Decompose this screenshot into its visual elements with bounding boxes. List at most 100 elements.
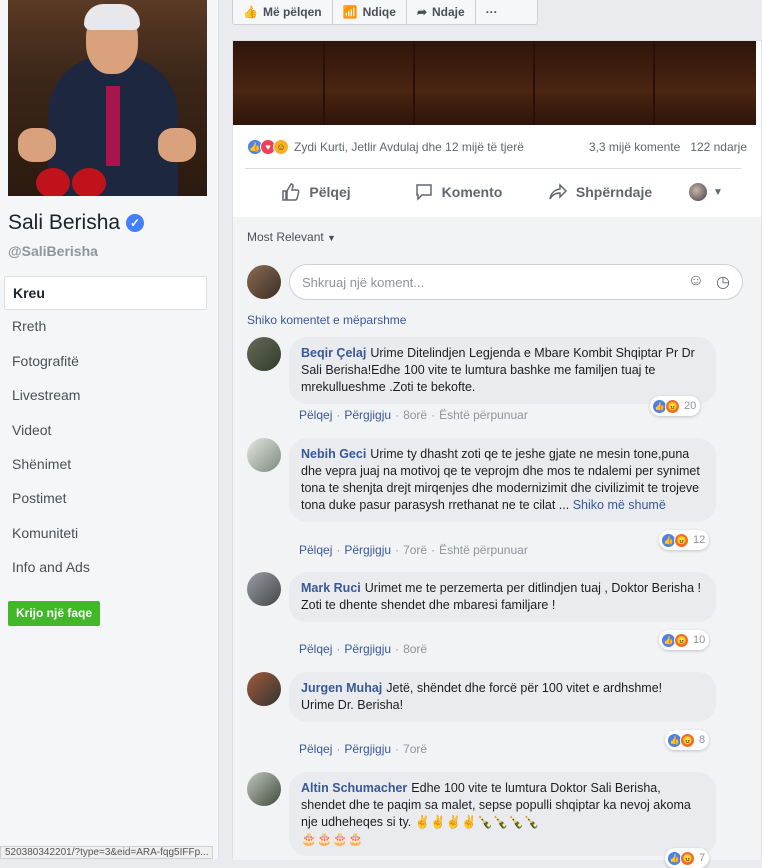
- comment-reply-link[interactable]: Përgjigju: [344, 742, 391, 756]
- share-arrow-icon: ➦: [416, 5, 427, 19]
- write-comment-row: Shkruaj një koment... ☺ ◷: [247, 263, 743, 301]
- create-page-button[interactable]: Krijo një faqe: [8, 601, 101, 626]
- emoji-icon[interactable]: ☺: [688, 272, 704, 292]
- caret-down-icon: ▼: [327, 233, 336, 243]
- status-bar-url: 520380342201/?type=3&eid=ARA-fqg5IFFp...: [0, 846, 214, 859]
- comment-like-link[interactable]: Pëlqej: [299, 642, 332, 656]
- page-like-button[interactable]: 👍 Më pëlqen: [233, 0, 333, 24]
- nav-item-info-ads[interactable]: Info and Ads: [4, 551, 207, 585]
- rss-icon: 📶: [342, 5, 358, 19]
- caret-down-icon: ▼: [713, 186, 723, 198]
- nav-item-livestream[interactable]: Livestream: [4, 379, 207, 413]
- see-more-link[interactable]: Shiko më shumë: [573, 498, 666, 512]
- nav-item-about[interactable]: Rreth: [4, 310, 207, 344]
- comment-bubble: Beqir Çelaj Urime Ditelindjen Legjenda e …: [289, 337, 716, 404]
- page-nav: Kreu Rreth Fotografitë Livestream Videot…: [4, 276, 207, 586]
- comment-reply-link[interactable]: Përgjigju: [344, 642, 391, 656]
- post-like-button[interactable]: Pëlqej: [245, 182, 387, 202]
- shares-count-link[interactable]: 122 ndarje: [690, 140, 747, 154]
- comment-reactions[interactable]: 👍 😠 8: [665, 730, 710, 750]
- comment-like-link[interactable]: Pëlqej: [299, 742, 332, 756]
- comment-author[interactable]: Mark Ruci: [301, 581, 361, 595]
- comment-reply-link[interactable]: Përgjigju: [344, 543, 391, 557]
- page-action-bar: 👍 Më pëlqen 📶 Ndiqe ➦ Ndaje ···: [232, 0, 538, 25]
- comment-reactions[interactable]: 👍 😠 7: [665, 848, 710, 868]
- comment-author[interactable]: Altin Schumacher: [301, 781, 407, 795]
- angry-reaction-icon: 😠: [680, 732, 695, 748]
- comment-meta: Pëlqej · Përgjigju · 7orë · Është përpunuar: [299, 543, 528, 557]
- thumbs-up-icon: [282, 183, 300, 201]
- angry-reaction-icon: 😠: [665, 398, 680, 414]
- comment-like-link[interactable]: Pëlqej: [299, 543, 332, 557]
- share-arrow-icon: [549, 183, 567, 200]
- comments-section: Most Relevant ▼ Shkruaj një koment... ☺ …: [233, 217, 761, 868]
- post-comment-button[interactable]: Komento: [387, 182, 529, 202]
- comment-author[interactable]: Nebih Geci: [301, 447, 366, 461]
- comment-bubble: Mark Ruci Urimet me te perzemerta per dit…: [289, 572, 716, 622]
- comment-meta: Pëlqej · Përgjigju · 8orë: [299, 642, 428, 656]
- comment-meta: Pëlqej · Përgjigju · 8orë · Është përpunuar: [299, 408, 528, 422]
- nav-item-notes[interactable]: Shënimet: [4, 448, 207, 482]
- page-sidebar: Sali Berisha ✓ @SaliBerisha Kreu Rreth F…: [0, 0, 219, 859]
- angry-reaction-icon: 😠: [674, 532, 689, 548]
- comment-bubble: Jurgen Muhaj Jetë, shëndet dhe forcë për …: [289, 672, 716, 722]
- comment-item: Jurgen Muhaj Jetë, shëndet dhe forcë për …: [247, 672, 743, 762]
- nav-item-videos[interactable]: Videot: [4, 414, 207, 448]
- comments-count-link[interactable]: 3,3 mijë komente: [589, 140, 680, 154]
- comment-bubble: Altin Schumacher Edhe 100 vite te lumtura…: [289, 772, 716, 856]
- angry-reaction-icon: 😠: [680, 850, 695, 866]
- reactors-link[interactable]: Zydi Kurti, Jetlir Avdulaj dhe 12 mijë t…: [294, 140, 524, 154]
- avatar: [689, 183, 708, 201]
- share-page-button[interactable]: ➦ Ndaje: [407, 0, 476, 24]
- edited-label[interactable]: Është përpunuar: [439, 543, 528, 557]
- post-actions: Pëlqej Komento Shpërndaje ▼: [245, 168, 741, 216]
- view-previous-comments-link[interactable]: Shiko komentet e mëparshme: [247, 313, 406, 327]
- comment-item: Beqir Çelaj Urime Ditelindjen Legjenda e …: [247, 337, 743, 427]
- nav-item-home[interactable]: Kreu: [4, 276, 207, 311]
- comment-time[interactable]: 8orë: [403, 408, 427, 422]
- comment-sort-dropdown[interactable]: Most Relevant ▼: [247, 230, 336, 244]
- avatar[interactable]: [247, 265, 281, 299]
- comment-reactions[interactable]: 👍 😠 10: [659, 630, 710, 650]
- comment-author[interactable]: Beqir Çelaj: [301, 346, 366, 360]
- comment-meta: Pëlqej · Përgjigju · 7orë: [299, 742, 428, 756]
- thumbs-up-icon: 👍: [243, 5, 258, 19]
- comment-item: Nebih Geci Urime ty dhasht zoti qe te jes…: [247, 438, 743, 563]
- comment-time[interactable]: 8orë: [403, 642, 427, 656]
- post-image[interactable]: [233, 41, 756, 125]
- react-as-selector[interactable]: ▼: [671, 183, 741, 201]
- comment-reply-link[interactable]: Përgjigju: [344, 408, 391, 422]
- comment-time[interactable]: 7orë: [403, 742, 427, 756]
- comment-bubble-icon: [415, 184, 432, 201]
- verified-badge-icon: ✓: [126, 214, 145, 232]
- comment-time[interactable]: 7orë: [403, 543, 427, 557]
- follow-button[interactable]: 📶 Ndiqe: [333, 0, 407, 24]
- post-share-button[interactable]: Shpërndaje: [529, 182, 671, 202]
- comment-item: Altin Schumacher Edhe 100 vite te lumtura…: [247, 772, 743, 868]
- comment-author[interactable]: Jurgen Muhaj: [301, 681, 382, 695]
- comment-like-link[interactable]: Pëlqej: [299, 408, 332, 422]
- edited-label[interactable]: Është përpunuar: [439, 408, 528, 422]
- avatar[interactable]: [247, 572, 281, 606]
- comment-item: Mark Ruci Urimet me te perzemerta per dit…: [247, 572, 743, 662]
- avatar[interactable]: [247, 438, 281, 472]
- page-handle[interactable]: @SaliBerisha: [8, 243, 98, 259]
- avatar[interactable]: [247, 772, 281, 806]
- haha-reaction-icon: ☺: [273, 139, 289, 155]
- nav-item-photos[interactable]: Fotografitë: [4, 345, 207, 379]
- angry-reaction-icon: 😠: [674, 632, 689, 648]
- sticker-icon[interactable]: ◷: [716, 272, 730, 292]
- comment-bubble: Nebih Geci Urime ty dhasht zoti qe te jes…: [289, 438, 716, 522]
- comment-reactions[interactable]: 👍 😠 12: [659, 530, 710, 550]
- avatar[interactable]: [247, 672, 281, 706]
- post-reactions-summary: 👍 ♥ ☺ Zydi Kurti, Jetlir Avdulaj dhe 12 …: [247, 137, 747, 157]
- nav-item-community[interactable]: Komuniteti: [4, 517, 207, 551]
- nav-item-posts[interactable]: Postimet: [4, 482, 207, 516]
- profile-photo[interactable]: [8, 0, 207, 196]
- avatar[interactable]: [247, 337, 281, 371]
- comment-input[interactable]: Shkruaj një koment... ☺ ◷: [289, 264, 743, 300]
- more-options-button[interactable]: ···: [476, 0, 508, 24]
- comment-reactions[interactable]: 👍 😠 20: [650, 396, 701, 416]
- post-card: 👍 ♥ ☺ Zydi Kurti, Jetlir Avdulaj dhe 12 …: [232, 40, 762, 868]
- page-name[interactable]: Sali Berisha ✓: [8, 211, 145, 235]
